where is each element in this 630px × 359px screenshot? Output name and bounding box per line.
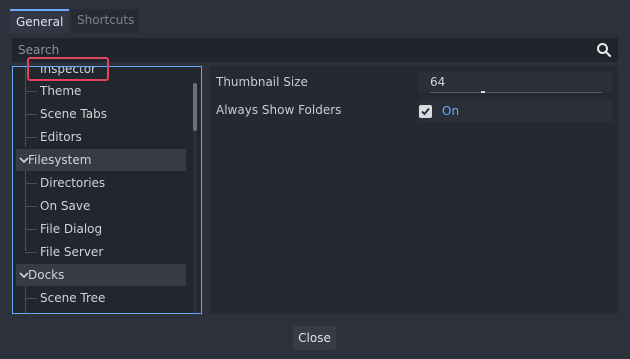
search-placeholder: Search — [18, 43, 60, 57]
tree-item-label: Theme — [40, 84, 82, 98]
tree-section-label: Filesystem — [28, 153, 92, 167]
selection-highlight — [27, 57, 109, 81]
tree-item-scene-tree[interactable]: Scene Tree — [13, 287, 185, 309]
thumbnail-size-value: 64 — [430, 75, 446, 89]
tree-item-label: Editors — [40, 130, 82, 144]
always-show-folders-label: Always Show Folders — [216, 103, 342, 117]
tree-item-editors[interactable]: Editors — [13, 126, 185, 148]
slider-grabber[interactable] — [481, 91, 485, 93]
always-show-folders-checkbox[interactable] — [419, 105, 432, 118]
close-button[interactable]: Close — [293, 326, 336, 350]
settings-tree[interactable]: Inspector Theme Scene Tabs Editors Files… — [12, 66, 202, 314]
tree-section-docks[interactable]: Docks — [16, 264, 186, 286]
tree-item-label: File Dialog — [40, 222, 103, 236]
tree-item-file-server[interactable]: File Server — [13, 241, 185, 263]
tree-item-on-save[interactable]: On Save — [13, 195, 185, 217]
tree-item-label: File Server — [40, 245, 104, 259]
check-icon — [421, 107, 430, 116]
tab-general[interactable]: General — [10, 9, 69, 33]
tab-shortcuts[interactable]: Shortcuts — [71, 9, 139, 33]
search-icon — [597, 43, 612, 58]
tree-item-theme[interactable]: Theme — [13, 80, 185, 102]
thumbnail-size-field[interactable]: 64 — [418, 71, 612, 93]
tree-section-filesystem[interactable]: Filesystem — [16, 149, 186, 171]
always-show-folders-value: On — [442, 104, 460, 118]
tree-item-label: On Save — [40, 199, 91, 213]
tree-scrollbar-thumb[interactable] — [193, 83, 197, 131]
tree-item-directories[interactable]: Directories — [13, 172, 185, 194]
thumbnail-size-slider[interactable] — [430, 92, 602, 93]
tree-item-scene-tabs[interactable]: Scene Tabs — [13, 103, 185, 125]
tree-item-label: Scene Tabs — [40, 107, 107, 121]
tree-item-file-dialog[interactable]: File Dialog — [13, 218, 185, 240]
tree-section-label: Docks — [28, 268, 65, 282]
thumbnail-size-label: Thumbnail Size — [216, 75, 308, 89]
properties-panel: Thumbnail Size 64 Always Show Folders On — [210, 66, 618, 314]
tree-item-label: Scene Tree — [40, 291, 106, 305]
tree-item-label: Directories — [40, 176, 106, 190]
